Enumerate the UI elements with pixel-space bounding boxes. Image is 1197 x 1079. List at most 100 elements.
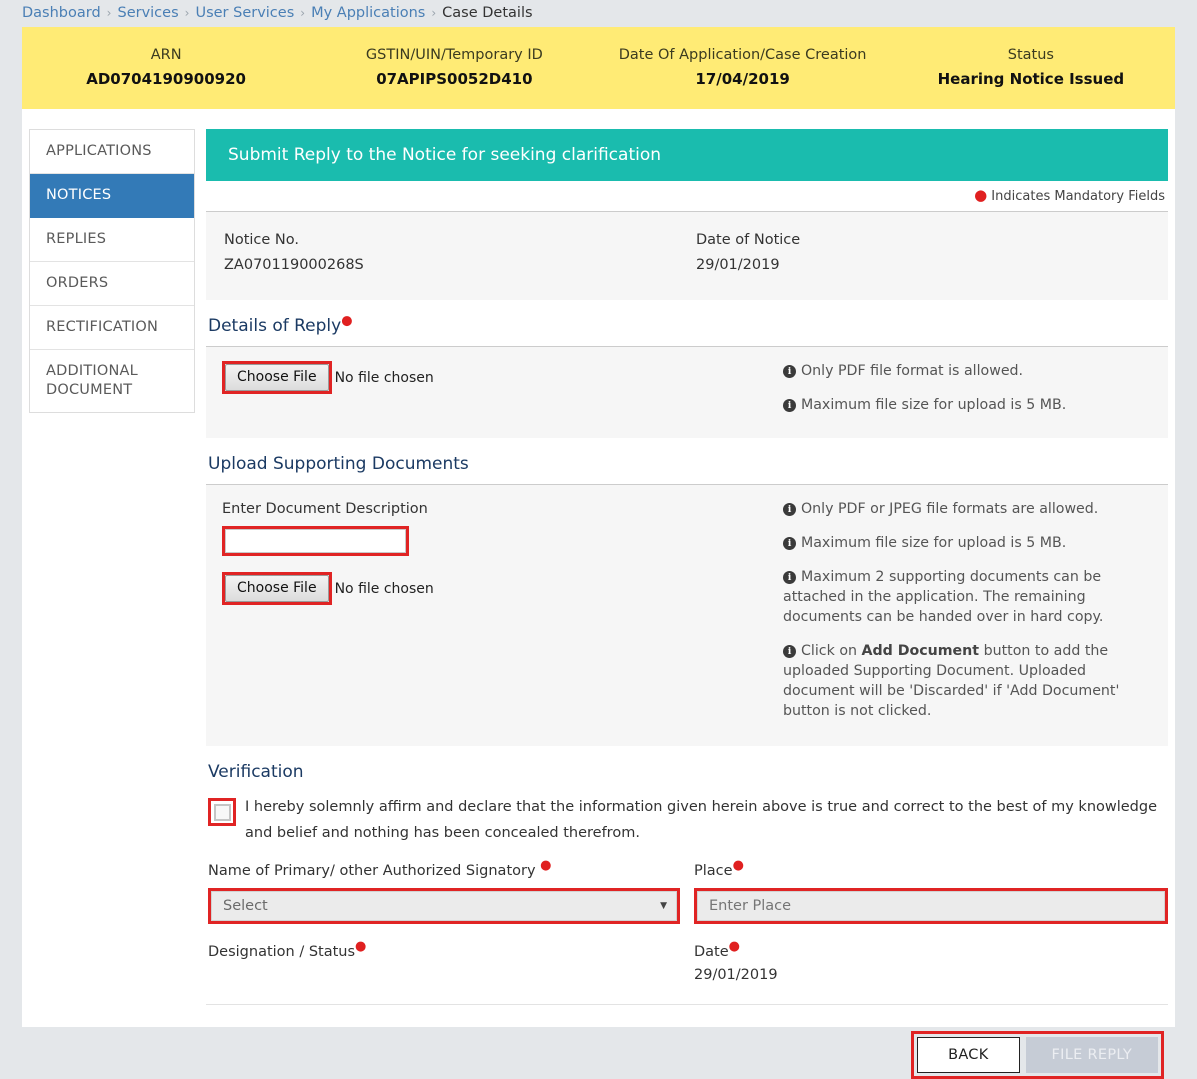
signatory-label-text: Name of Primary/ other Authorized Signat… [208, 863, 536, 879]
info-icon: i [783, 503, 796, 516]
file-reply-button[interactable]: FILE REPLY [1025, 1037, 1158, 1073]
supporting-choose-file-highlight: Choose File [222, 572, 332, 605]
notice-info-panel: Notice No. ZA070119000268S Date of Notic… [206, 211, 1168, 300]
breadcrumb: Dashboard › Services › User Services › My Appl… [0, 0, 1197, 27]
required-dot-icon: ● [341, 313, 353, 329]
case-field-arn-label: ARN [150, 47, 182, 63]
case-field-date-value: 17/04/2019 [695, 70, 790, 88]
verification-label: Verification [208, 762, 304, 782]
supporting-hint-add-document-bold: Add Document [861, 643, 980, 659]
case-field-gstin: GSTIN/UIN/Temporary ID 07APIPS0052D410 [310, 45, 598, 90]
breadcrumb-item-user-services[interactable]: User Services [195, 5, 294, 21]
supporting-choose-file-button[interactable]: Choose File [225, 575, 329, 602]
upload-supporting-title: Upload Supporting Documents [206, 438, 1168, 484]
breadcrumb-item-dashboard[interactable]: Dashboard [22, 5, 101, 21]
reply-hint-format-text: Only PDF file format is allowed. [801, 363, 1024, 379]
info-icon: i [783, 537, 796, 550]
reply-choose-file-button[interactable]: Choose File [225, 364, 329, 391]
signatory-select-highlight: Select ▼ [208, 888, 680, 924]
signatory-select[interactable]: Select ▼ [211, 891, 677, 921]
place-label: Place● [694, 859, 1168, 882]
case-field-date-label: Date Of Application/Case Creation [618, 47, 867, 63]
supporting-hint-size: i Maximum file size for upload is 5 MB. [781, 533, 1141, 553]
sidebar-item-notices[interactable]: NOTICES [30, 174, 194, 218]
info-icon: i [783, 365, 796, 378]
document-description-input[interactable] [225, 529, 406, 553]
breadcrumb-separator-icon: › [106, 6, 112, 20]
place-date-column: Place● Date● 29/01/2019 [694, 859, 1168, 987]
reply-choose-file-highlight: Choose File [222, 361, 332, 394]
supporting-hint-format: i Only PDF or JPEG file formats are allow… [781, 499, 1141, 519]
chevron-down-icon: ▼ [660, 901, 667, 911]
supporting-hint-max-docs-text: Maximum 2 supporting documents can be at… [783, 569, 1104, 625]
upload-supporting-panel: Enter Document Description Choose File N… [206, 484, 1168, 746]
case-summary-banner: ARN AD0704190900920 GSTIN/UIN/Temporary … [22, 27, 1175, 109]
case-field-status: Status Hearing Notice Issued [887, 45, 1175, 90]
breadcrumb-item-my-applications[interactable]: My Applications [311, 5, 425, 21]
reply-no-file-text: No file chosen [334, 369, 434, 386]
supporting-hint-size-text: Maximum file size for upload is 5 MB. [801, 535, 1067, 551]
breadcrumb-separator-icon: › [184, 6, 190, 20]
notice-number-block: Notice No. ZA070119000268S [224, 228, 696, 278]
sidebar-item-rectification[interactable]: RECTIFICATION [30, 306, 194, 350]
required-dot-icon: ● [728, 939, 741, 955]
verification-form-grid: Name of Primary/ other Authorized Signat… [206, 859, 1168, 987]
reply-file-upload-area: Choose File No file chosen [206, 361, 781, 424]
details-of-reply-panel: Choose File No file chosen i Only PDF fil… [206, 346, 1168, 438]
reply-file-row: Choose File No file chosen [222, 361, 781, 394]
case-field-status-label: Status [1007, 47, 1054, 63]
action-buttons-highlight: BACK FILE REPLY [911, 1031, 1164, 1079]
breadcrumb-item-services[interactable]: Services [117, 5, 178, 21]
mandatory-fields-note: ● Indicates Mandatory Fields [206, 181, 1168, 211]
case-field-gstin-label: GSTIN/UIN/Temporary ID [365, 47, 543, 63]
supporting-file-row: Choose File No file chosen [222, 572, 781, 605]
required-dot-icon: ● [974, 186, 988, 204]
case-field-arn: ARN AD0704190900920 [22, 45, 310, 90]
sidebar-item-orders[interactable]: ORDERS [30, 262, 194, 306]
place-input[interactable] [697, 891, 1165, 921]
notice-number-value: ZA070119000268S [224, 257, 364, 273]
supporting-hint-add-document-pre: Click on [801, 643, 862, 659]
notice-date-value: 29/01/2019 [696, 257, 780, 273]
reply-file-hints: i Only PDF file format is allowed. i Maxim… [781, 361, 1168, 424]
required-dot-icon: ● [355, 939, 367, 955]
date-value: 29/01/2019 [694, 967, 778, 983]
supporting-no-file-text: No file chosen [334, 580, 434, 597]
case-field-date: Date Of Application/Case Creation 17/04/… [599, 45, 887, 90]
notice-date-block: Date of Notice 29/01/2019 [696, 228, 1168, 278]
place-input-highlight [694, 888, 1168, 924]
reply-hint-size: i Maximum file size for upload is 5 MB. [781, 395, 1141, 415]
breadcrumb-separator-icon: › [431, 6, 437, 20]
verification-checkbox[interactable] [213, 803, 231, 821]
sidebar-nav: APPLICATIONS NOTICES REPLIES ORDERS RECT… [29, 129, 195, 413]
main-content: Submit Reply to the Notice for seeking c… [206, 129, 1168, 1079]
info-icon: i [783, 571, 796, 584]
reply-hint-format: i Only PDF file format is allowed. [781, 361, 1141, 381]
notice-date-label: Date of Notice [696, 232, 801, 248]
signatory-column: Name of Primary/ other Authorized Signat… [208, 859, 694, 987]
back-button[interactable]: BACK [917, 1037, 1020, 1073]
sidebar-item-replies[interactable]: REPLIES [30, 218, 194, 262]
supporting-hint-add-document: i Click on Add Document button to add the… [781, 641, 1141, 721]
sidebar-item-additional-document[interactable]: ADDITIONAL DOCUMENT [30, 350, 194, 412]
date-label-text: Date [694, 944, 729, 960]
info-icon: i [783, 645, 796, 658]
sidebar-item-applications[interactable]: APPLICATIONS [30, 130, 194, 174]
verification-checkbox-highlight [208, 798, 236, 826]
form-action-buttons: BACK FILE REPLY [206, 1005, 1168, 1079]
verification-title: Verification [206, 746, 1168, 792]
verification-declaration-text: I hereby solemnly affirm and declare tha… [245, 799, 1158, 841]
document-description-highlight [222, 526, 409, 556]
info-icon: i [783, 399, 796, 412]
case-field-status-value: Hearing Notice Issued [937, 70, 1125, 88]
case-field-arn-value: AD0704190900920 [86, 70, 246, 88]
place-label-text: Place [694, 863, 733, 879]
upload-supporting-label: Upload Supporting Documents [208, 454, 469, 474]
date-label: Date● [694, 939, 1168, 963]
details-of-reply-title: Details of Reply● [206, 300, 1168, 346]
breadcrumb-separator-icon: › [300, 6, 306, 20]
supporting-upload-area: Enter Document Description Choose File N… [206, 499, 781, 732]
notice-number-label: Notice No. [224, 232, 300, 248]
supporting-hint-max-docs: i Maximum 2 supporting documents can be a… [781, 567, 1141, 627]
details-of-reply-label: Details of Reply [208, 316, 342, 336]
